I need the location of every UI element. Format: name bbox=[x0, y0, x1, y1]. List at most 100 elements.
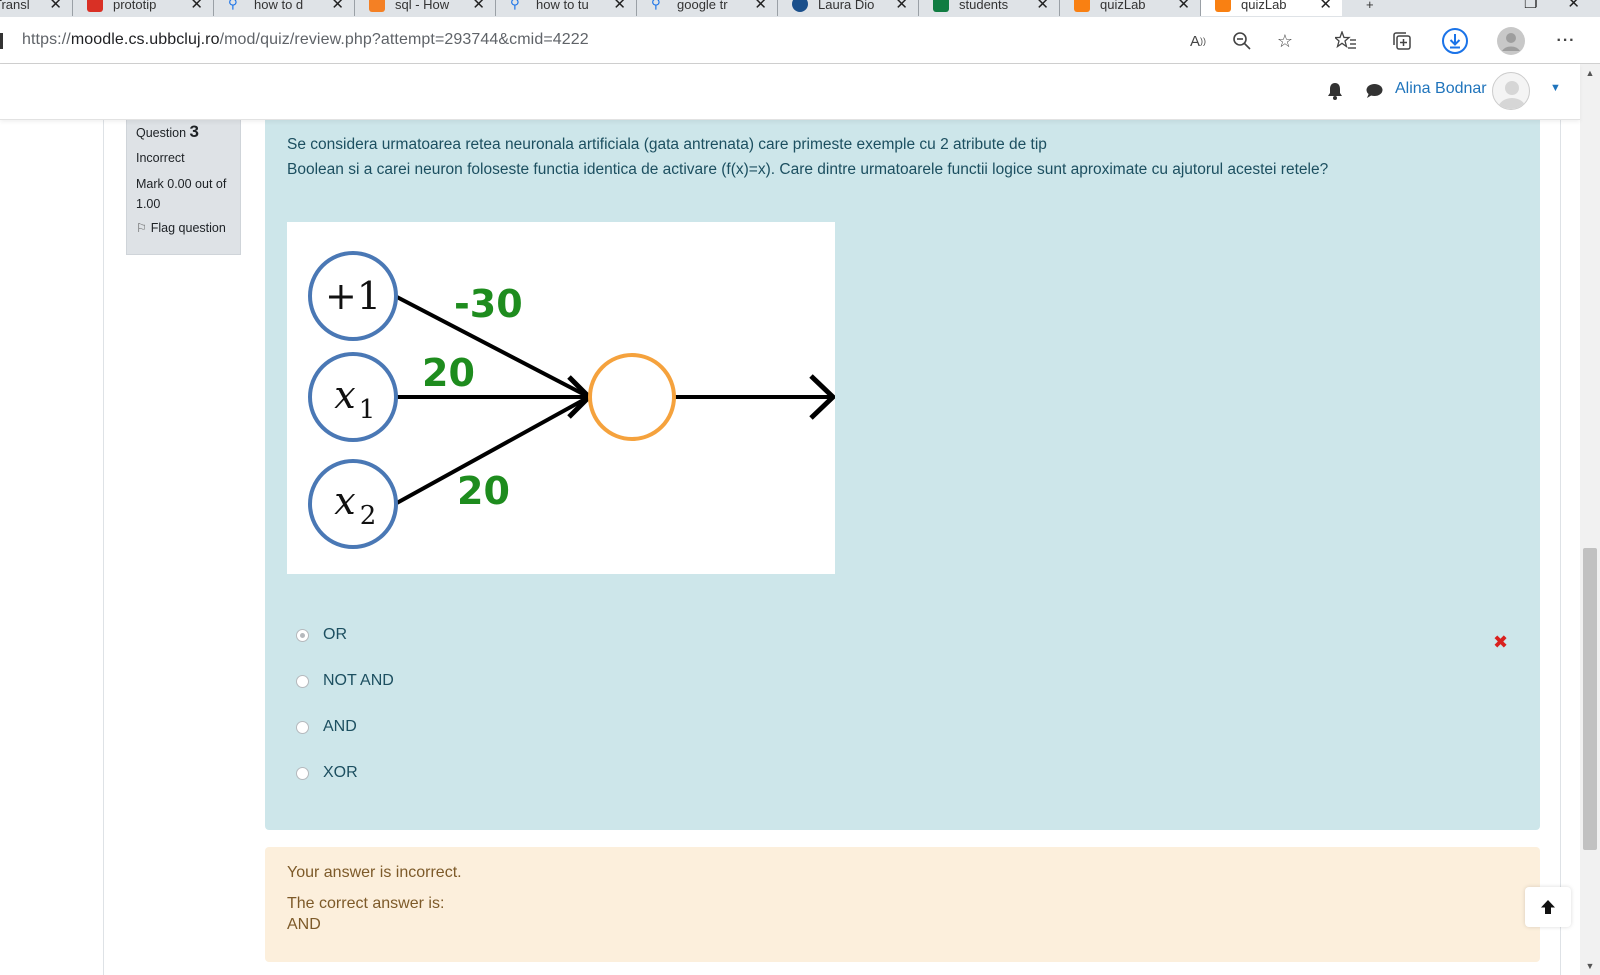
browser-tab[interactable]: ⚲ how to tu ✕ bbox=[496, 0, 637, 16]
vertical-scrollbar[interactable]: ▲ ▼ bbox=[1580, 64, 1600, 975]
scroll-down-arrow-icon[interactable]: ▼ bbox=[1580, 957, 1600, 975]
tab-close-icon[interactable]: ✕ bbox=[472, 0, 485, 13]
browser-tab[interactable]: prototip ✕ bbox=[73, 0, 214, 16]
pdf-icon bbox=[87, 0, 103, 12]
weight-x1: 20 bbox=[422, 351, 475, 395]
browser-tab[interactable]: sql - How ✕ bbox=[355, 0, 496, 16]
answer-option[interactable]: NOT AND bbox=[296, 672, 394, 690]
answer-label: NOT AND bbox=[323, 672, 394, 689]
answer-label: AND bbox=[323, 718, 357, 735]
weight-bias: -30 bbox=[454, 282, 523, 326]
restore-icon[interactable]: ❐ bbox=[1524, 0, 1537, 12]
tab-close-icon[interactable]: ✕ bbox=[895, 0, 908, 13]
tab-close-icon[interactable]: ✕ bbox=[754, 0, 767, 13]
more-options-icon[interactable]: ··· bbox=[1554, 29, 1578, 53]
browser-tab[interactable]: ⚲ how to d ✕ bbox=[214, 0, 355, 16]
tab-label: students bbox=[959, 0, 1009, 12]
correct-answer-value: AND bbox=[287, 916, 321, 933]
search-icon: ⚲ bbox=[651, 0, 661, 11]
new-tab-button[interactable]: + bbox=[1352, 0, 1382, 16]
answer-radio[interactable] bbox=[296, 766, 309, 780]
browser-tabstrip: Transl ✕ prototip ✕ ⚲ how to d ✕ sql - H… bbox=[0, 0, 1600, 17]
profile-icon bbox=[792, 0, 808, 12]
question-number: Question 3 bbox=[136, 122, 231, 142]
question-text-line: Boolean si a carei neuron foloseste func… bbox=[287, 161, 1329, 178]
output-neuron bbox=[588, 353, 676, 441]
question-info-box: Question 3 Incorrect Mark 0.00 out of 1.… bbox=[126, 120, 241, 255]
tab-label: Laura Dio bbox=[818, 0, 875, 12]
tab-label: google tr bbox=[677, 0, 728, 12]
stackoverflow-icon bbox=[369, 0, 385, 12]
tab-close-icon[interactable]: ✕ bbox=[1036, 0, 1049, 13]
x1-subscript: 1 bbox=[359, 395, 376, 425]
browser-tab-active[interactable]: quizLab ✕ bbox=[1201, 0, 1342, 16]
browser-tab[interactable]: quizLab ✕ bbox=[1060, 0, 1201, 16]
tab-label: Transl bbox=[0, 0, 30, 12]
url-host: moodle.cs.ubbcluj.ro bbox=[70, 31, 220, 48]
answer-label: XOR bbox=[323, 764, 358, 781]
user-menu-caret-icon[interactable]: ▼ bbox=[1550, 82, 1561, 94]
user-menu-name[interactable]: Alina Bodnar bbox=[1395, 80, 1487, 98]
browser-tab[interactable]: Transl ✕ bbox=[0, 0, 73, 16]
moodle-icon bbox=[1074, 0, 1090, 12]
feedback-box: Your answer is incorrect. The correct an… bbox=[265, 847, 1540, 962]
plus-icon: + bbox=[1366, 0, 1374, 12]
scroll-up-arrow-icon[interactable]: ▲ bbox=[1580, 64, 1600, 82]
correct-answer-label: The correct answer is: bbox=[287, 895, 445, 912]
neural-network-diagram: +1 x 1 x 2 -30 20 20 bbox=[287, 222, 837, 574]
search-icon: ⚲ bbox=[228, 0, 238, 11]
moodle-navbar: Alina Bodnar ▼ bbox=[0, 64, 1580, 120]
incorrect-icon: ✖ bbox=[1493, 632, 1509, 652]
user-avatar[interactable] bbox=[1492, 72, 1530, 110]
downloads-icon[interactable] bbox=[1441, 27, 1469, 55]
tab-close-icon[interactable]: ✕ bbox=[613, 0, 626, 13]
x2-subscript: 2 bbox=[360, 501, 377, 531]
flag-icon: ⚐ bbox=[136, 221, 147, 235]
url-field[interactable]: https://moodle.cs.ubbcluj.ro/mod/quiz/re… bbox=[22, 31, 589, 49]
messages-icon[interactable] bbox=[1365, 83, 1383, 104]
sidebar-edge bbox=[0, 33, 3, 49]
url-path: /mod/quiz/review.php?attempt=293744&cmid… bbox=[219, 31, 589, 48]
profile-avatar-icon[interactable] bbox=[1496, 26, 1526, 56]
browser-tab[interactable]: Laura Dio ✕ bbox=[778, 0, 919, 16]
answer-option[interactable]: XOR bbox=[296, 764, 358, 782]
answer-radio[interactable] bbox=[296, 674, 309, 688]
tab-close-icon[interactable]: ✕ bbox=[190, 0, 203, 13]
tab-label: how to d bbox=[254, 0, 304, 12]
flag-question-link[interactable]: ⚐ Flag question bbox=[136, 218, 231, 238]
flag-question-label: Flag question bbox=[150, 221, 226, 235]
tab-label: quizLab bbox=[1100, 0, 1146, 12]
tab-close-icon[interactable]: ✕ bbox=[331, 0, 344, 13]
bias-label: +1 bbox=[325, 274, 381, 318]
add-favorite-icon[interactable]: ☆ bbox=[1273, 29, 1297, 53]
x2-label: x bbox=[334, 479, 355, 523]
answer-radio[interactable] bbox=[296, 720, 309, 734]
answer-option[interactable]: AND bbox=[296, 718, 357, 736]
browser-tab[interactable]: ⚲ google tr ✕ bbox=[637, 0, 778, 16]
question-label: Question bbox=[136, 126, 187, 140]
tab-close-icon[interactable]: ✕ bbox=[1177, 0, 1190, 13]
back-to-top-button[interactable] bbox=[1525, 887, 1571, 927]
scrollbar-thumb[interactable] bbox=[1583, 548, 1597, 850]
excel-icon bbox=[933, 0, 949, 12]
question-mark: Mark 0.00 out of 1.00 bbox=[136, 177, 227, 211]
zoom-out-icon[interactable] bbox=[1230, 29, 1254, 53]
favorites-icon[interactable] bbox=[1334, 29, 1358, 53]
tab-close-icon[interactable]: ✕ bbox=[49, 0, 62, 13]
search-icon: ⚲ bbox=[510, 0, 520, 11]
collections-icon[interactable] bbox=[1390, 29, 1414, 53]
address-bar: https://moodle.cs.ubbcluj.ro/mod/quiz/re… bbox=[0, 17, 1600, 64]
answer-option[interactable]: OR bbox=[296, 626, 347, 644]
page-border-right bbox=[1560, 120, 1561, 975]
tab-close-icon[interactable]: ✕ bbox=[1319, 0, 1332, 13]
url-prefix: https:// bbox=[22, 31, 71, 48]
read-aloud-icon[interactable]: A)) bbox=[1186, 29, 1210, 53]
close-window-icon[interactable]: ✕ bbox=[1567, 0, 1580, 12]
browser-tab[interactable]: students ✕ bbox=[919, 0, 1060, 16]
notifications-icon[interactable] bbox=[1327, 82, 1343, 105]
answer-radio[interactable] bbox=[296, 628, 309, 642]
moodle-icon bbox=[1215, 0, 1231, 12]
question-text-line: Se considera urmatoarea retea neuronala … bbox=[287, 136, 1047, 153]
question-state: Incorrect bbox=[136, 151, 185, 165]
answer-label: OR bbox=[323, 626, 347, 643]
